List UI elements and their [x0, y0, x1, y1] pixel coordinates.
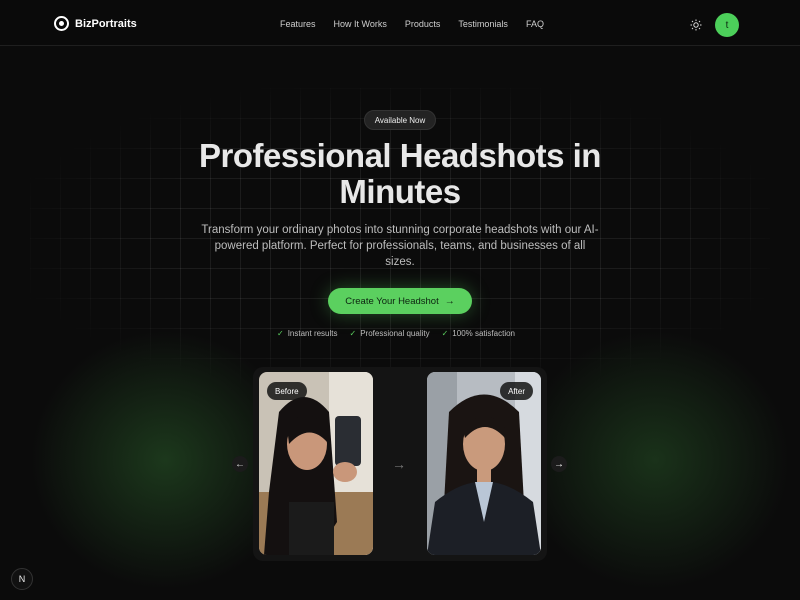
logo-icon: [54, 16, 69, 31]
check-icon: ✓: [277, 329, 284, 338]
arrow-right-icon: →: [444, 295, 455, 307]
nav-link-how-it-works[interactable]: How It Works: [334, 19, 387, 29]
avatar[interactable]: t: [715, 13, 739, 37]
feature-label: Professional quality: [360, 329, 430, 338]
create-headshot-button[interactable]: Create Your Headshot →: [328, 288, 472, 314]
top-nav: BizPortraits Features How It Works Produ…: [0, 0, 800, 46]
before-label: Before: [267, 382, 307, 400]
nav-link-products[interactable]: Products: [405, 19, 441, 29]
check-icon: ✓: [349, 329, 357, 338]
nav-link-features[interactable]: Features: [280, 19, 316, 29]
nav-link-testimonials[interactable]: Testimonials: [458, 19, 508, 29]
feature-label: Instant results: [287, 329, 338, 338]
nav-links: Features How It Works Products Testimoni…: [280, 19, 562, 29]
check-icon: ✓: [441, 329, 449, 338]
hero-subtitle: Transform your ordinary photos into stun…: [201, 224, 599, 268]
feature-label: 100% satisfaction: [452, 329, 515, 338]
arrow-left-icon: ←: [235, 458, 245, 470]
feature-list: ✓ Instant results ✓ Professional quality…: [277, 329, 515, 338]
arrow-right-icon: →: [554, 458, 564, 470]
nav-link-faq[interactable]: FAQ: [526, 19, 544, 29]
hero-title: Professional Headshots in Minutes: [199, 137, 601, 210]
feature-item: ✓ 100% satisfaction: [442, 329, 515, 338]
brand-name: BizPortraits: [75, 17, 137, 30]
brand[interactable]: BizPortraits: [54, 16, 137, 31]
after-label: After: [500, 382, 533, 400]
after-photo: After: [427, 372, 541, 555]
carousel-prev-button[interactable]: ←: [232, 456, 248, 472]
cta-label: Create Your Headshot: [345, 295, 439, 307]
before-photo: Before: [259, 372, 373, 555]
arrow-right-icon: →: [392, 456, 406, 472]
feature-item: ✓ Professional quality: [350, 329, 430, 338]
dev-tools-button[interactable]: N: [11, 568, 33, 590]
feature-item: ✓ Instant results: [277, 329, 338, 338]
carousel-next-button[interactable]: →: [551, 456, 567, 472]
sun-icon[interactable]: [690, 19, 702, 31]
availability-badge: Available Now: [364, 110, 436, 130]
